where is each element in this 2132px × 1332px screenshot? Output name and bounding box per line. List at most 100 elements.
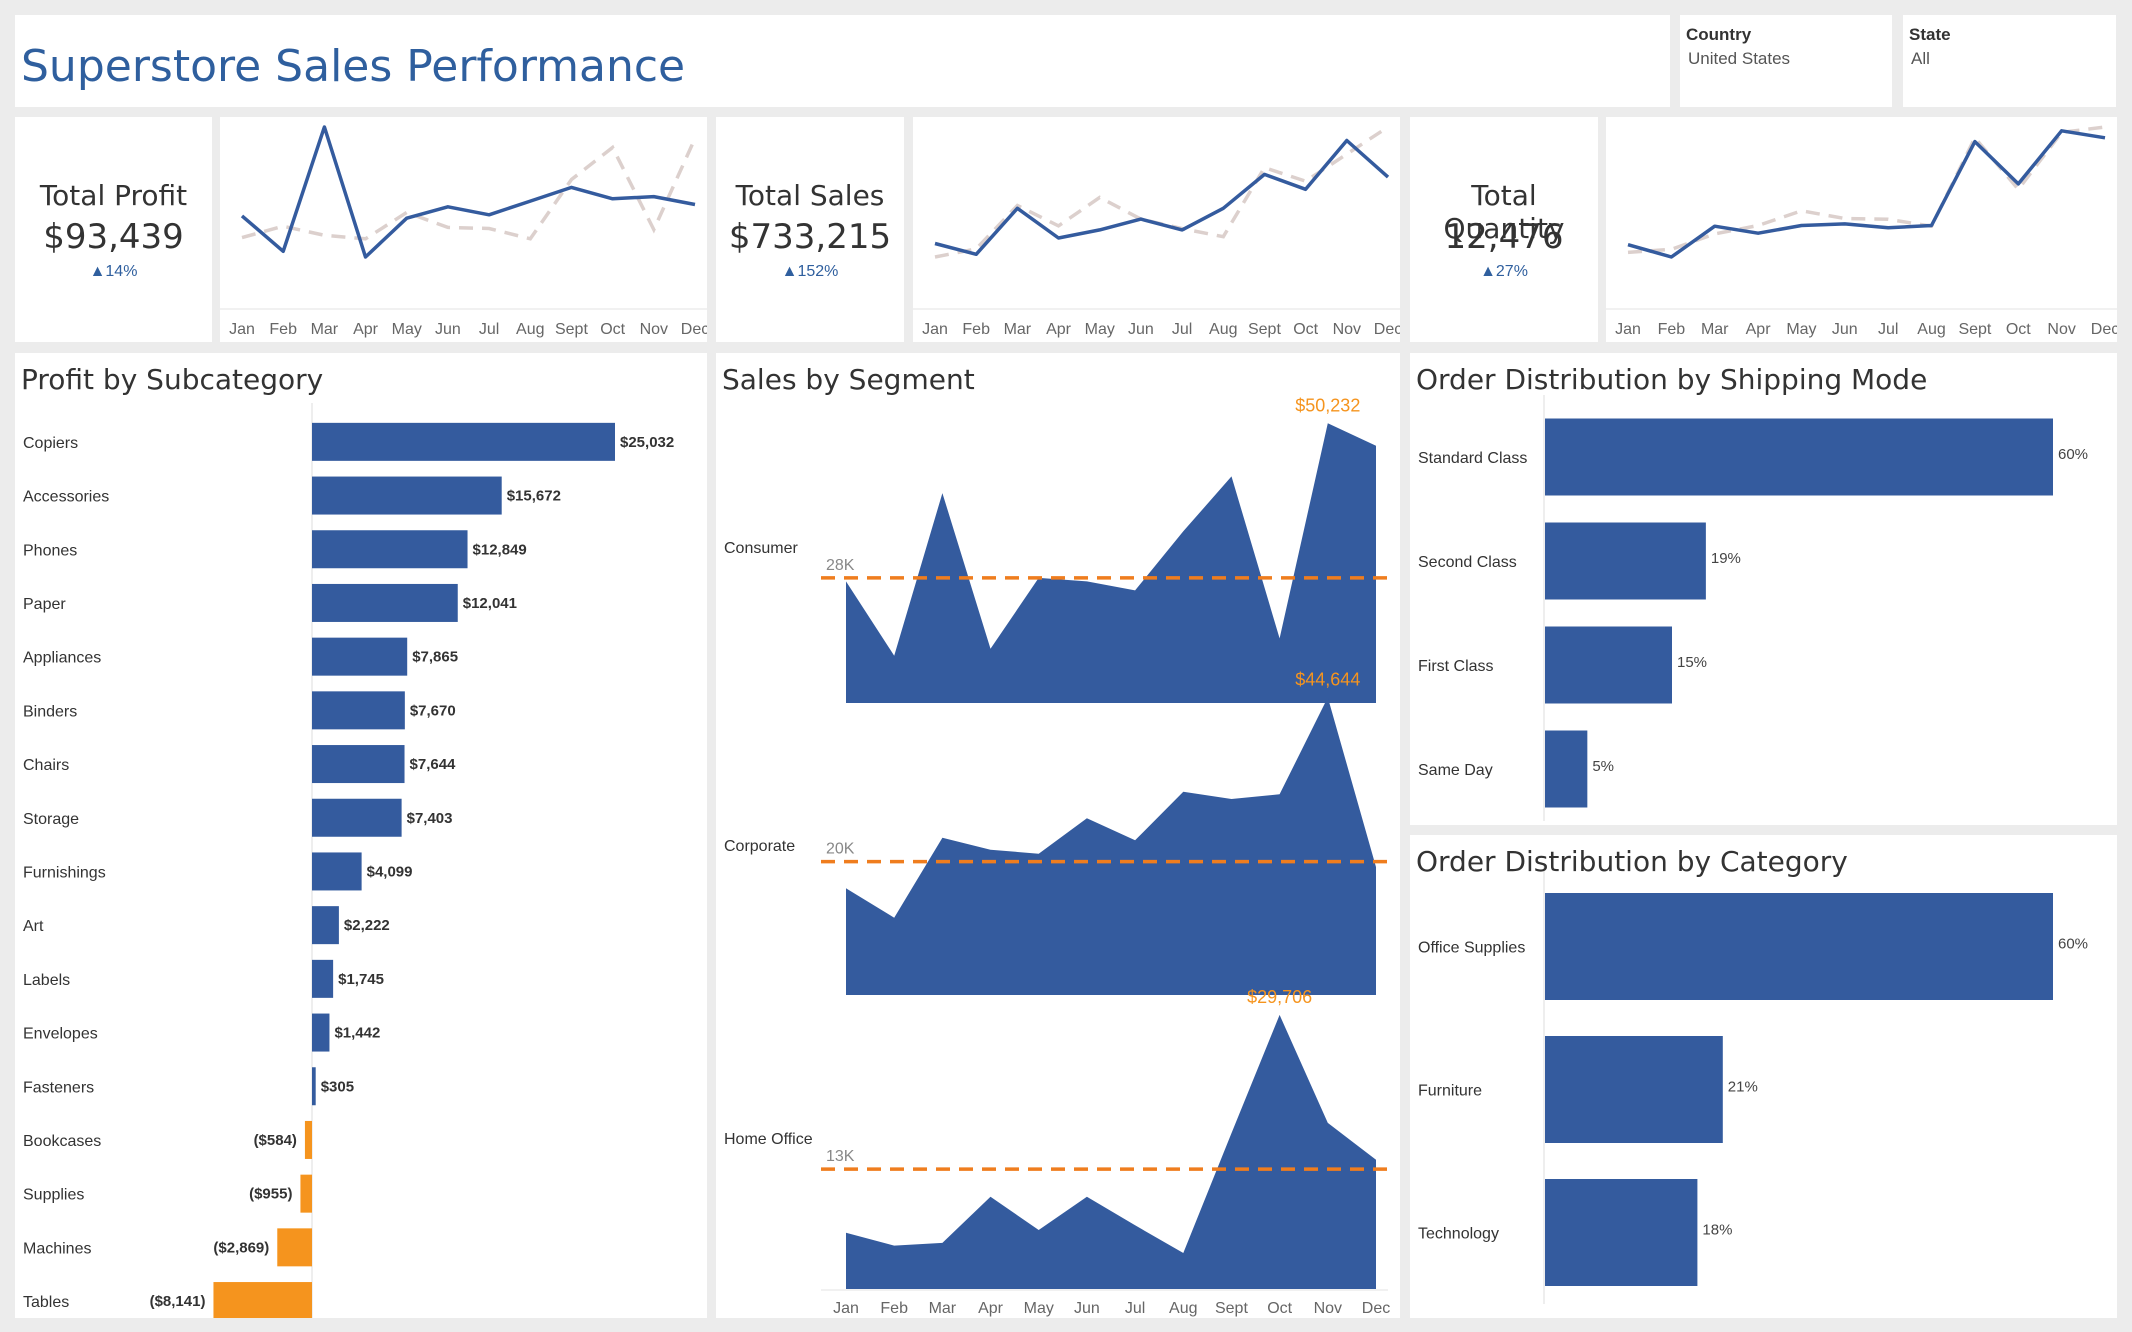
month-tick-label: Jun <box>1074 1300 1100 1317</box>
profit-bar <box>312 959 334 998</box>
month-tick-label: Jul <box>1172 321 1192 338</box>
category-panel: Order Distribution by Category Office Su… <box>1410 835 2117 1318</box>
month-tick-label: Oct <box>600 321 625 338</box>
subcategory-label: Envelopes <box>23 1026 98 1043</box>
month-tick-label: Oct <box>1293 321 1318 338</box>
state-filter-label: State <box>1909 25 1951 44</box>
sales-segment-title: Sales by Segment <box>722 363 975 396</box>
month-tick-label: May <box>1024 1300 1054 1317</box>
profit-value-label: $7,670 <box>410 702 456 719</box>
month-tick-label: Nov <box>1314 1300 1342 1317</box>
current-year-line <box>934 138 1390 257</box>
profit-bar <box>312 637 408 676</box>
subcategory-label: Accessories <box>23 489 109 506</box>
max-value-label: $50,232 <box>1295 395 1360 415</box>
profit-bar <box>312 691 405 730</box>
state-filter-value[interactable]: All <box>1911 49 1930 69</box>
profit-value-label: $4,099 <box>367 863 413 880</box>
subcategory-label: Labels <box>23 972 70 989</box>
category-label: First Class <box>1418 658 1494 675</box>
current-year-line <box>240 125 696 259</box>
category-chart: Office Supplies 60% Furniture 21% Technology… <box>1418 865 2088 1304</box>
month-tick-label: Apr <box>353 321 379 338</box>
category-label: Furniture <box>1418 1083 1482 1100</box>
month-tick-label: Feb <box>1658 321 1686 338</box>
profit-value-label: $7,865 <box>412 649 458 666</box>
month-tick-label: Jul <box>1878 321 1898 338</box>
distribution-bar <box>1545 522 1706 600</box>
kpi-profit-delta: ▲14% <box>89 263 138 280</box>
subcategory-label: Storage <box>23 811 79 828</box>
segment-name-label: Home Office <box>724 1131 813 1148</box>
kpi-profit-card: Total Profit $93,439 ▲14% <box>15 117 212 342</box>
month-tick-label: Sept <box>1248 321 1281 338</box>
month-tick-label: Jun <box>1128 321 1154 338</box>
subcategory-label: Chairs <box>23 757 69 774</box>
profit-value-label: $1,442 <box>334 1025 380 1042</box>
state-filter[interactable]: State All <box>1903 15 2116 107</box>
profit-value-label: ($584) <box>254 1132 297 1149</box>
reference-value-label: 13K <box>826 1148 855 1165</box>
loss-bar <box>277 1228 312 1267</box>
profit-bar <box>312 530 468 569</box>
month-tick-label: Feb <box>269 321 297 338</box>
country-filter-value[interactable]: United States <box>1688 49 1790 69</box>
category-label: Technology <box>1418 1226 1499 1243</box>
subcategory-label: Binders <box>23 703 77 720</box>
distribution-bar <box>1545 418 2053 496</box>
profit-bar <box>312 852 362 891</box>
country-filter[interactable]: Country United States <box>1680 15 1892 107</box>
percentage-label: 60% <box>2058 936 2088 953</box>
subcategory-label: Art <box>23 918 44 935</box>
profit-bar <box>312 422 615 461</box>
subcategory-label: Phones <box>23 542 77 559</box>
distribution-bar <box>1545 626 1672 704</box>
distribution-bar <box>1545 730 1588 808</box>
kpi-quantity-value: 12,476 <box>1444 217 1564 257</box>
month-tick-label: Dec <box>2091 321 2117 338</box>
percentage-label: 5% <box>1592 758 1614 775</box>
previous-year-line <box>1627 125 2106 255</box>
profit-sparkline-chart: Jan Feb Mar Apr May Jun Jul Aug Sept Oct Nov Dec <box>220 125 709 338</box>
profit-sparkline-panel: Jan Feb Mar Apr May Jun Jul Aug Sept Oct Nov Dec <box>220 117 709 342</box>
month-tick-label: Aug <box>1917 321 1945 338</box>
max-value-label: $44,644 <box>1295 669 1360 689</box>
shipping-mode-chart: Standard Class 60% Second Class 19% First Cl… <box>1418 395 2088 821</box>
header-panel: Superstore Sales Performance <box>15 15 1670 107</box>
month-tick-label: Jan <box>833 1300 859 1317</box>
sales-segment-chart: 28K $50,232 Consumer 20K $44,644 Corporate 13K… <box>724 395 1390 1317</box>
profit-bar <box>312 798 402 837</box>
kpi-sales-value: $733,215 <box>728 217 892 257</box>
segment-name-label: Consumer <box>724 540 798 557</box>
profit-bar <box>312 1013 330 1052</box>
sales-segment-panel: Sales by Segment 28K $50,232 Consumer 20K $4… <box>716 353 1400 1318</box>
kpi-quantity-card: Total Quantity 12,476 ▲27% <box>1410 117 1598 342</box>
profit-bar <box>312 745 405 784</box>
loss-bar <box>213 1282 312 1321</box>
profit-value-label: $7,403 <box>407 810 453 827</box>
month-tick-label: Aug <box>516 321 544 338</box>
month-tick-label: Aug <box>1209 321 1237 338</box>
profit-value-label: $25,032 <box>620 434 674 451</box>
category-label: Same Day <box>1418 762 1493 779</box>
month-tick-label: Feb <box>880 1300 908 1317</box>
profit-value-label: ($2,869) <box>213 1239 269 1256</box>
segment-area <box>846 423 1376 703</box>
percentage-label: 60% <box>2058 446 2088 463</box>
loss-bar <box>304 1120 312 1159</box>
subcategory-label: Appliances <box>23 650 101 667</box>
subcategory-label: Supplies <box>23 1187 84 1204</box>
month-tick-label: Dec <box>1374 321 1400 338</box>
subcategory-label: Bookcases <box>23 1133 101 1150</box>
profit-value-label: ($8,141) <box>150 1293 206 1310</box>
kpi-profit-value: $93,439 <box>43 217 184 257</box>
reference-value-label: 20K <box>826 841 855 858</box>
month-tick-label: Nov <box>2047 321 2075 338</box>
previous-year-line <box>241 137 697 241</box>
month-tick-label: Jun <box>435 321 461 338</box>
month-tick-label: Sept <box>555 321 588 338</box>
subcategory-label: Fasteners <box>23 1079 94 1096</box>
profit-bar <box>312 476 502 515</box>
month-tick-label: Mar <box>1004 321 1032 338</box>
month-tick-label: Sept <box>1215 1300 1248 1317</box>
